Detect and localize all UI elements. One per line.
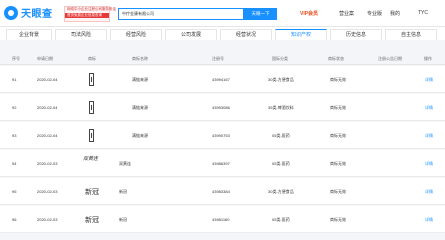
row-category: 30类-方便食品	[268, 77, 294, 82]
row-reg-no: 43994167	[212, 77, 230, 82]
trademark-image[interactable]	[76, 97, 106, 118]
nav-item-1[interactable]: 专业版	[367, 10, 382, 17]
row-name: 满链来源	[132, 77, 148, 82]
table-row: 96 2020-02-03 新冠 新冠 43981160 05类-医药 商标无效…	[0, 206, 445, 233]
row-index: 93	[12, 133, 17, 138]
col-status: 商标状态	[328, 56, 344, 61]
trademark-image[interactable]	[76, 69, 106, 90]
tab-ip[interactable]: 知识产权	[275, 29, 327, 40]
vip-link[interactable]: VIP会员	[300, 10, 318, 17]
tab-own-info[interactable]: 自主信息	[385, 29, 437, 40]
row-status: 商标无效	[330, 105, 346, 110]
row-date: 2020-02-04	[37, 77, 58, 82]
trademark-mark-icon	[89, 73, 94, 86]
promo-line1: 网络中小企业注册公司服务电话	[67, 7, 116, 11]
col-index: 序号	[12, 56, 20, 61]
tab-background[interactable]: 企业背景	[6, 29, 52, 40]
trademark-mark-icon	[89, 129, 94, 142]
col-date: 申请日期	[37, 56, 53, 61]
trademark-text: 新冠	[85, 188, 99, 196]
row-index: 94	[12, 161, 17, 166]
row-name: 新冠	[119, 217, 127, 222]
col-action: 操作	[424, 56, 432, 61]
row-date: 2020-02-03	[37, 217, 58, 222]
detail-link[interactable]: 详情	[425, 217, 433, 223]
detail-link[interactable]: 详情	[425, 77, 433, 83]
row-reg-no: 43981160	[212, 217, 230, 222]
trademark-image[interactable]: 双黄连	[76, 153, 106, 174]
trademark-text: 新冠	[85, 216, 99, 224]
row-reg-no: 43983384	[212, 189, 230, 194]
logo-text: 天眼查	[21, 9, 53, 20]
tab-operation-risk[interactable]: 经营风险	[110, 29, 162, 40]
search-button[interactable]: 天眼一下	[244, 8, 277, 20]
col-reg-no: 注册号	[212, 56, 224, 61]
trademark-image[interactable]: 新冠	[76, 181, 106, 202]
row-category: 35类-啤酒饮料	[268, 105, 294, 110]
row-category: 30类-方便食品	[268, 189, 294, 194]
row-status: 商标无效	[330, 133, 346, 138]
top-bar: 天眼查 网络中小企业注册公司服务电话 首页免费企业信息查询 中疗金康有限公司 天…	[0, 0, 445, 27]
row-reg-no: 43986397	[212, 161, 230, 166]
col-category: 国际分类	[272, 56, 288, 61]
search-input[interactable]: 中疗金康有限公司	[118, 8, 244, 20]
trademark-image[interactable]: 新冠	[76, 209, 106, 230]
row-date: 2020-02-04	[37, 133, 58, 138]
detail-link[interactable]: 详情	[425, 189, 433, 195]
promo-line2: 首页免费企业信息查询	[65, 13, 109, 18]
row-date: 2020-02-04	[37, 105, 58, 110]
nav-item-3[interactable]: TYC	[418, 10, 428, 16]
row-category: 05类-医药	[272, 217, 290, 222]
row-category: 05类-医药	[272, 161, 290, 166]
detail-link[interactable]: 详情	[425, 133, 433, 139]
trademark-mark-icon	[89, 101, 94, 114]
col-logo: 商标	[88, 56, 96, 61]
row-date: 2020-02-03	[37, 189, 58, 194]
tab-judicial-risk[interactable]: 司法风险	[55, 29, 107, 40]
promo-banner[interactable]: 网络中小企业注册公司服务电话 首页免费企业信息查询	[64, 6, 116, 22]
tab-history[interactable]: 历史信息	[330, 29, 382, 40]
detail-link[interactable]: 详情	[425, 161, 433, 167]
row-index: 96	[12, 217, 17, 222]
row-status: 商标无效	[330, 217, 346, 222]
row-status: 商标无效	[330, 189, 346, 194]
table-row: 92 2020-02-04 满链来源 43993086 35类-啤酒饮料 商标无…	[0, 94, 445, 121]
company-tabs: 企业背景 司法风险 经营风险 公司发展 经营状况 知识产权 历史信息 自主信息	[0, 27, 445, 40]
row-status: 商标无效	[330, 77, 346, 82]
search-value: 中疗金康有限公司	[122, 11, 154, 16]
eye-logo-icon	[4, 5, 18, 20]
table-header: 序号 申请日期 商标 商标名称 注册号 国际分类 商标状态 注册公告日期 操作	[0, 53, 445, 65]
table-row: 93 2020-02-04 满链来源 43990753 05类-医药 商标无效 …	[0, 122, 445, 149]
tab-operation-status[interactable]: 经营状况	[220, 29, 272, 40]
row-index: 92	[12, 105, 17, 110]
table-row: 91 2020-02-04 满链来源 43994167 30类-方便食品 商标无…	[0, 66, 445, 93]
row-date: 2020-02-03	[37, 161, 58, 166]
row-name: 新冠	[119, 189, 127, 194]
col-name: 商标名称	[132, 56, 148, 61]
row-name: 满链来源	[132, 133, 148, 138]
trademark-calligraphy: 双黄连	[83, 156, 99, 162]
detail-link[interactable]: 详情	[425, 105, 433, 111]
row-reg-no: 43993086	[212, 105, 230, 110]
nav-item-2[interactable]: 我的	[390, 10, 400, 17]
row-index: 95	[12, 189, 17, 194]
row-category: 05类-医药	[272, 133, 290, 138]
row-index: 91	[12, 77, 17, 82]
table-row: 94 2020-02-03 双黄连 双黄连 43986397 05类-医药 商标…	[0, 150, 445, 177]
row-reg-no: 43990753	[212, 133, 230, 138]
row-name: 满链来源	[132, 105, 148, 110]
tab-development[interactable]: 公司发展	[165, 29, 217, 40]
row-status: 商标无效	[330, 161, 346, 166]
trademark-image[interactable]	[76, 125, 106, 146]
table-row: 95 2020-02-03 新冠 新冠 43983384 30类-方便食品 商标…	[0, 178, 445, 205]
nav-item-0[interactable]: 营业案	[339, 10, 354, 17]
col-pub-date: 注册公告日期	[378, 56, 402, 61]
row-name: 双黄连	[119, 161, 131, 166]
site-logo[interactable]: 天眼查	[4, 5, 53, 20]
